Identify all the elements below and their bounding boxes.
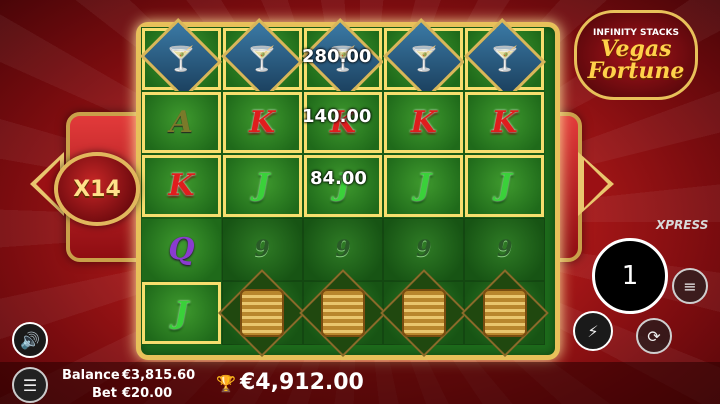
xpress-button[interactable]: XPRESS [656,218,708,232]
spin-button[interactable]: 1 [592,238,668,314]
symbol-k: K [168,168,195,204]
reel-cell: K [221,90,303,154]
symbol-k: K [410,104,437,140]
symbol-9: 9 [416,236,432,263]
symbol-9: 9 [335,236,351,263]
reel-cell: 🍸 [221,17,304,100]
martini-icon: 🍸 [463,17,546,100]
reel-cell: J [464,154,545,218]
reel-cell: K [383,90,465,154]
reel-cell: 🍸 [463,17,546,100]
symbol-j: J [255,168,270,204]
trophy-icon: 🏆 [216,374,236,393]
balance-value: €3,815.60 [122,368,196,383]
lightning-icon[interactable]: ⚡ [573,311,613,351]
reel-cell: 🍸 [140,17,223,100]
hamburger-icon[interactable]: ☰ [12,367,48,403]
symbol-k: K [249,104,276,140]
balance-label: Balance [62,368,120,383]
game-logo: INFINITY STACKS Vegas Fortune [574,10,698,100]
win-label-row-2: 140.00 [302,106,372,127]
symbol-a: A [169,104,194,140]
reel-cell: K [464,90,545,154]
reel-cell: J [221,154,303,218]
reel-cell: Q [141,217,222,281]
symbol-j: J [497,168,512,204]
martini-icon: 🍸 [221,17,304,100]
coins-icon [299,269,387,357]
total-win: €4,912.00 [240,370,364,395]
reel-cell: 🍸 [382,17,465,100]
symbol-9: 9 [254,236,270,263]
win-label-row-1: 280.00 [302,46,372,67]
symbol-q: Q [168,231,195,267]
coins-icon [379,269,468,357]
martini-icon: 🍸 [382,17,465,100]
symbol-j: J [416,168,431,204]
bet-value: €20.00 [122,386,173,401]
bet-label: Bet [92,386,117,401]
martini-icon: 🍸 [140,17,223,100]
reel-cell: J [141,281,222,345]
coins-icon [218,269,307,357]
reel-cell: K [141,154,222,218]
win-label-row-3: 84.00 [310,168,367,189]
autoplay-icon[interactable]: ⟳ [636,318,672,354]
reel-cell: A [141,90,222,154]
reel-cell: J [383,154,465,218]
coins-icon [460,269,549,357]
reel-cell [218,269,307,357]
arrow-right-icon [578,152,614,216]
symbol-j: J [174,295,189,331]
speaker-icon[interactable]: 🔊 [12,322,48,358]
symbol-k: K [491,104,518,140]
reel-cell [299,269,387,357]
symbol-9: 9 [496,236,513,263]
reel-cell [460,269,549,357]
logo-title-1: Vegas [600,36,672,62]
logo-title-2: Fortune [587,58,685,84]
coin-stack-icon[interactable]: ≡ [672,268,708,304]
reel-cell [379,269,468,357]
multiplier-badge: X14 [54,152,140,226]
